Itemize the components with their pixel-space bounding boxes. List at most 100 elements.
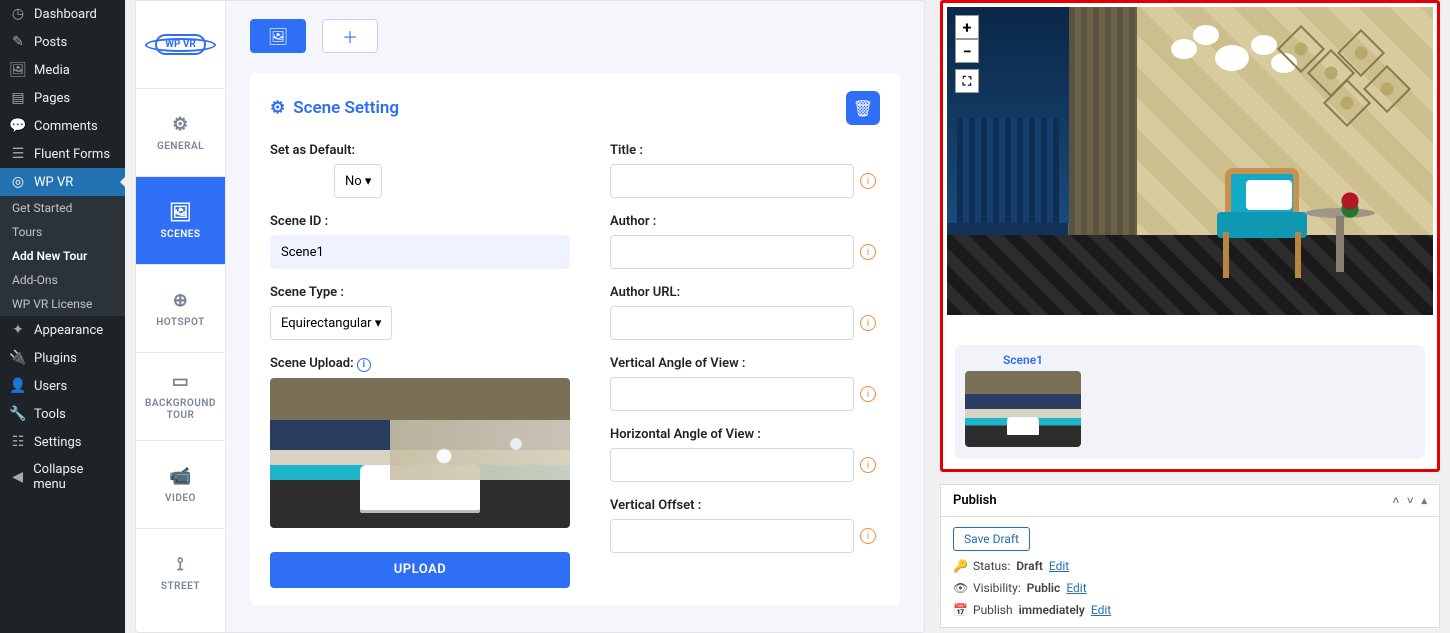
sidebar-item-label: Fluent Forms (34, 147, 110, 162)
haov-input[interactable] (610, 448, 854, 482)
key-icon: 🔑 (953, 559, 967, 573)
gauge-icon: ◷ (10, 6, 26, 22)
sidebar-item-collapse[interactable]: ◀Collapse menu (0, 456, 125, 498)
edit-schedule-link[interactable]: Edit (1091, 603, 1111, 617)
upload-button[interactable]: UPLOAD (270, 552, 570, 588)
pin-icon: ✎ (10, 34, 26, 50)
devices-icon: ▭ (172, 371, 190, 392)
sidebar-item-label: Users (34, 379, 67, 394)
sidebar-item-tools[interactable]: 🔧Tools (0, 400, 125, 428)
panorama-viewer[interactable]: + − ⛶ (947, 7, 1433, 315)
tab-label: STREET (161, 581, 200, 592)
tab-scenes[interactable]: 🖼SCENES (136, 177, 225, 265)
main-content: WP VR ⚙GENERAL 🖼SCENES ⊕HOTSPOT ▭BACKGRO… (125, 0, 1450, 633)
sidebar-item-media[interactable]: 🖼Media (0, 56, 125, 84)
sidebar-item-appearance[interactable]: ✦ Appearance (0, 316, 125, 344)
tab-background-tour[interactable]: ▭BACKGROUND TOUR (136, 353, 225, 441)
sidebar-item-posts[interactable]: ✎Posts (0, 28, 125, 56)
info-icon[interactable]: i (860, 244, 876, 260)
target-icon: ⊕ (173, 290, 189, 311)
delete-scene-button[interactable]: 🗑 (846, 91, 880, 125)
publish-metabox: Publish ˄ ˅ ▴ Save Draft 🔑 Status: Draft… (940, 484, 1440, 628)
scene-id-label: Scene ID : (270, 214, 570, 229)
zoom-out-button[interactable]: − (955, 39, 979, 63)
plus-icon: ＋ (342, 24, 358, 48)
tab-general[interactable]: ⚙GENERAL (136, 89, 225, 177)
zoom-in-button[interactable]: + (955, 15, 979, 39)
sidebar-item-label: Pages (34, 91, 70, 106)
vr-icon: ◎ (10, 174, 26, 190)
vaov-input[interactable] (610, 377, 854, 411)
sidebar-item-comments[interactable]: 💬 Comments (0, 112, 125, 140)
author-input[interactable] (610, 235, 854, 269)
title-label: Title : (610, 143, 854, 158)
sidebar-item-settings[interactable]: ☷Settings (0, 428, 125, 456)
sidebar-item-fluentforms[interactable]: ☰Fluent Forms (0, 140, 125, 168)
brush-icon: ✦ (10, 322, 26, 338)
set-default-select[interactable]: No ▾ (334, 164, 382, 198)
sidebar-sub-license[interactable]: WP VR License (0, 292, 125, 316)
sidebar-item-wpvr[interactable]: ◎ WP VR (0, 168, 125, 196)
street-icon: ⟟ (177, 554, 184, 575)
voffset-input[interactable] (610, 519, 854, 553)
select-value: No (345, 174, 362, 189)
author-url-input[interactable] (610, 306, 854, 340)
scene-id-input[interactable] (270, 235, 570, 269)
edit-status-link[interactable]: Edit (1049, 559, 1069, 573)
sidebar-sub-tours[interactable]: Tours (0, 220, 125, 244)
scene-mode-image-button[interactable]: 🖼 (250, 19, 306, 53)
scene-thumbnails: Scene1 (955, 345, 1425, 459)
fullscreen-button[interactable]: ⛶ (955, 69, 979, 93)
status-value: Draft (1016, 559, 1043, 573)
chevron-down-icon[interactable]: ˅ (1407, 494, 1413, 507)
user-icon: 👤 (10, 378, 26, 394)
status-row: 🔑 Status: Draft Edit (953, 559, 1427, 573)
sidebar-sub-addnewtour[interactable]: Add New Tour (0, 244, 125, 268)
sidebar-sub-addons[interactable]: Add-Ons (0, 268, 125, 292)
info-icon[interactable]: i (860, 173, 876, 189)
author-url-label: Author URL: (610, 285, 854, 300)
title-input[interactable] (610, 164, 854, 198)
vaov-label: Vertical Angle of View : (610, 356, 854, 371)
info-icon[interactable]: i (860, 528, 876, 544)
visibility-value: Public (1027, 581, 1061, 595)
eye-icon: 👁 (953, 581, 967, 595)
schedule-value: immediately (1019, 603, 1085, 617)
sidebar-item-pages[interactable]: ▤Pages (0, 84, 125, 112)
sidebar-sub-getstarted[interactable]: Get Started (0, 196, 125, 220)
wrench-icon: 🔧 (10, 406, 26, 422)
caret-up-icon[interactable]: ▴ (1421, 494, 1427, 507)
info-icon[interactable]: i (860, 315, 876, 331)
editor-body: 🖼 ＋ ⚙Scene Setting 🗑 Set as Default: (226, 1, 924, 632)
sidebar-item-users[interactable]: 👤 Users (0, 372, 125, 400)
tab-video[interactable]: 📹VIDEO (136, 441, 225, 529)
sidebar-item-dashboard[interactable]: ◷Dashboard (0, 0, 125, 28)
tab-street[interactable]: ⟟ STREET (136, 529, 225, 617)
media-icon: 🖼 (10, 62, 26, 78)
schedule-label: Publish (973, 603, 1013, 617)
chevron-up-icon[interactable]: ˄ (1393, 494, 1399, 507)
sidebar-item-plugins[interactable]: 🔌Plugins (0, 344, 125, 372)
scene-thumbnail[interactable] (965, 371, 1081, 447)
publish-heading: Publish (953, 493, 997, 508)
scene-mode-add-button[interactable]: ＋ (322, 19, 378, 53)
save-draft-button[interactable]: Save Draft (953, 527, 1030, 551)
info-icon[interactable]: i (860, 386, 876, 402)
info-icon[interactable]: i (860, 457, 876, 473)
select-value: Equirectangular (281, 316, 372, 331)
tab-hotspot[interactable]: ⊕HOTSPOT (136, 265, 225, 353)
tab-label: SCENES (160, 229, 200, 240)
tour-editor: WP VR ⚙GENERAL 🖼SCENES ⊕HOTSPOT ▭BACKGRO… (135, 0, 925, 633)
sidebar-item-label: Appearance (34, 323, 103, 338)
scene-thumb-label: Scene1 (965, 353, 1081, 367)
scene-setting-panel: ⚙Scene Setting 🗑 Set as Default: No ▾ (250, 73, 900, 606)
edit-visibility-link[interactable]: Edit (1066, 581, 1086, 595)
sidebar-item-label: Comments (34, 119, 98, 134)
info-icon[interactable]: i (357, 358, 371, 372)
scene-upload-preview[interactable] (270, 378, 570, 528)
sidebar-item-label: Settings (34, 435, 81, 450)
sidebar-item-label: WP VR (34, 175, 73, 190)
comment-icon: 💬 (10, 118, 26, 134)
scene-type-select[interactable]: Equirectangular ▾ (270, 306, 392, 340)
gear-icon: ⚙ (270, 98, 285, 118)
